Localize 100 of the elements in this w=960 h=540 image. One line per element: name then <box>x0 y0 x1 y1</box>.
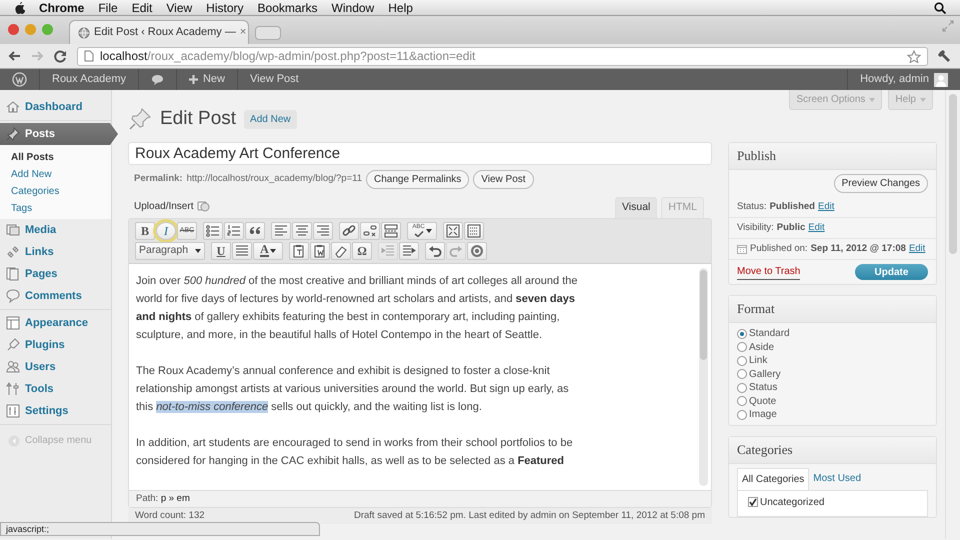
menu-item[interactable]: Edit <box>132 0 152 16</box>
permalink-button[interactable]: View Post <box>473 170 534 189</box>
radio-button[interactable] <box>737 356 747 366</box>
radio-option[interactable]: Quote <box>737 394 928 408</box>
checkbox[interactable] <box>748 497 758 508</box>
site-name-link[interactable]: Roux Academy <box>52 71 126 88</box>
posts-icon <box>6 127 20 141</box>
close-window-button[interactable] <box>8 24 19 35</box>
new-link[interactable]: New <box>202 71 225 88</box>
update-button[interactable]: Update <box>855 264 928 280</box>
permalink-button[interactable]: Change Permalinks <box>366 170 470 189</box>
greeting-link[interactable]: Howdy, admin <box>860 71 929 88</box>
radio-option[interactable]: Standard <box>737 326 928 340</box>
sidebar-item[interactable]: Users <box>0 356 111 378</box>
speech-bubble-icon[interactable] <box>150 74 164 86</box>
indent-button[interactable] <box>399 242 419 260</box>
underline-button[interactable]: U <box>211 242 231 260</box>
menu-item[interactable]: Help <box>388 0 413 16</box>
submenu-item[interactable]: Categories <box>0 183 111 200</box>
bold-button[interactable]: B <box>135 222 155 240</box>
sidebar-item[interactable]: Media <box>0 219 111 241</box>
radio-button[interactable] <box>737 410 747 420</box>
preview-changes-button[interactable]: Preview Changes <box>834 174 928 192</box>
help-button[interactable] <box>467 242 487 260</box>
submenu-item[interactable]: All Posts <box>0 149 111 166</box>
menu-item[interactable]: Window <box>332 0 374 16</box>
aligncenter-icon <box>295 224 309 238</box>
radio-option[interactable]: Image <box>737 408 928 422</box>
sidebar-item[interactable]: Appearance <box>0 312 111 334</box>
editor-tab[interactable]: Visual <box>614 197 658 218</box>
category-tab[interactable]: All Categories <box>737 468 810 490</box>
aligncenter-button[interactable] <box>292 222 312 240</box>
fullscreen-button[interactable] <box>443 222 463 240</box>
justify-button[interactable] <box>232 242 252 260</box>
italic-button[interactable]: I <box>156 222 176 240</box>
special-character-button[interactable]: Ω <box>352 242 372 260</box>
edit-link[interactable]: Edit <box>818 200 834 214</box>
more-button[interactable] <box>381 222 401 240</box>
menu-item[interactable]: View <box>166 0 192 16</box>
menu-item[interactable]: History <box>206 0 244 16</box>
calendar-icon <box>737 244 747 254</box>
unlink-button[interactable] <box>360 222 380 240</box>
menu-item[interactable]: Bookmarks <box>258 0 318 16</box>
numlist-button[interactable] <box>224 222 244 240</box>
kitchen-button[interactable] <box>464 222 484 240</box>
back-icon[interactable] <box>8 50 21 62</box>
sidebar-item[interactable]: Settings <box>0 400 111 422</box>
radio-option[interactable]: Aside <box>737 340 928 354</box>
quote-button[interactable] <box>245 222 265 240</box>
alignright-button[interactable] <box>313 222 333 240</box>
edit-link[interactable]: Edit <box>908 242 926 256</box>
tab-close-button[interactable]: × <box>240 24 246 41</box>
comments-icon <box>6 289 20 303</box>
pastetext-button[interactable] <box>289 242 309 260</box>
view-post-link[interactable]: View Post <box>250 71 299 88</box>
radio-button[interactable] <box>737 382 747 392</box>
alignleft-button[interactable] <box>271 222 291 240</box>
radio-button[interactable] <box>737 396 747 406</box>
sidebar-item[interactable]: Dashboard <box>0 96 111 118</box>
radio-button[interactable] <box>737 342 747 352</box>
sidebar-item[interactable]: Plugins <box>0 334 111 356</box>
bullist-button[interactable] <box>203 222 223 240</box>
star-icon[interactable] <box>907 50 921 62</box>
radio-button[interactable] <box>737 328 747 338</box>
page-scrollbar[interactable] <box>945 90 960 539</box>
post-title-field[interactable]: Roux Academy Art Conference <box>128 142 712 165</box>
undo-button[interactable] <box>425 242 445 260</box>
format-dropdown[interactable]: Paragraph <box>135 242 205 260</box>
address-bar[interactable]: localhost/roux_academy/blog/wp-admin/post.php?post=11&action=edit <box>77 46 928 66</box>
wrench-icon[interactable] <box>938 49 952 63</box>
category-tab[interactable]: Most Used <box>809 468 866 490</box>
radio-option[interactable]: Link <box>737 354 928 368</box>
search-icon[interactable] <box>934 2 946 14</box>
sidebar-item[interactable]: Posts <box>0 123 118 145</box>
sidebar-item[interactable]: Links <box>0 241 111 263</box>
radio-option[interactable]: Gallery <box>737 367 928 381</box>
avatar-silhouette[interactable] <box>934 72 948 86</box>
submenu-item[interactable]: Tags <box>0 200 111 217</box>
undo-icon <box>428 244 442 258</box>
edit-link[interactable]: Edit <box>808 220 825 235</box>
eraser-button[interactable] <box>331 242 351 260</box>
pasteword-button[interactable] <box>310 242 330 260</box>
permalink-url[interactable]: http://localhost/roux_academy/blog/?p=11 <box>186 172 362 187</box>
add-new-button[interactable]: Add New <box>244 110 297 128</box>
sidebar-item[interactable]: Pages <box>0 263 111 285</box>
browser-tab[interactable]: Edit Post ‹ Roux Academy — × <box>69 20 249 44</box>
reload-icon[interactable] <box>54 50 67 62</box>
wordpress-logo-icon[interactable] <box>12 72 27 87</box>
radio-option[interactable]: Status <box>737 380 928 394</box>
scrollbar[interactable] <box>699 268 708 486</box>
radio-button[interactable] <box>737 369 747 379</box>
submenu-item[interactable]: Add New <box>0 166 111 183</box>
menu-item[interactable]: File <box>98 0 118 16</box>
text-color-button[interactable]: A <box>253 242 283 260</box>
plus-icon <box>188 75 198 84</box>
sidebar-item[interactable]: Tools <box>0 378 111 400</box>
app-menu[interactable]: Chrome <box>39 0 84 16</box>
move-to-trash-link[interactable]: Move to Trash <box>737 264 800 280</box>
sidebar-item[interactable]: Comments <box>0 285 111 307</box>
link-button[interactable] <box>339 222 359 240</box>
